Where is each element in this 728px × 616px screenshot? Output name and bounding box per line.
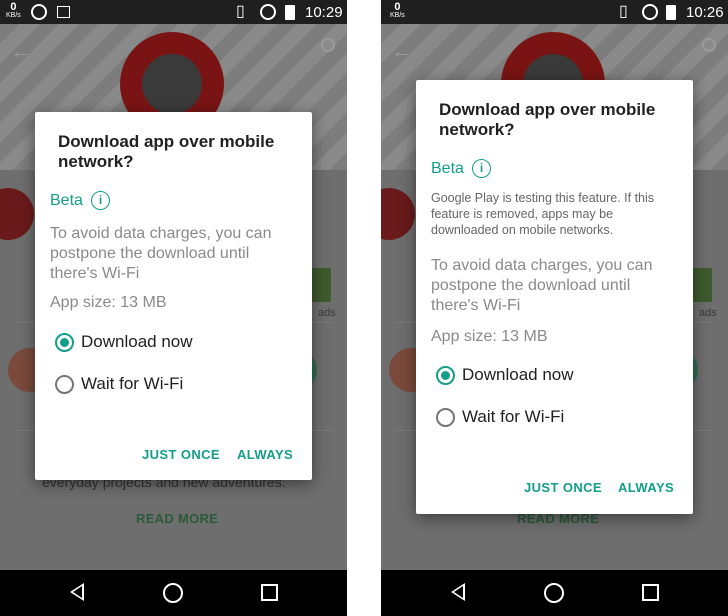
download-dialog: Download app over mobile network? Beta i… — [35, 112, 312, 480]
option-label: Download now — [81, 332, 193, 351]
download-now-option[interactable]: Download now — [436, 364, 574, 386]
data-rate-unit: KB/s — [390, 12, 405, 19]
dialog-title: Download app over mobile network? — [439, 100, 656, 139]
background-back-arrow-icon: ← — [391, 38, 413, 63]
download-now-option[interactable]: Download now — [55, 331, 193, 353]
background-back-arrow-icon: ← — [10, 38, 32, 63]
always-button[interactable]: ALWAYS — [237, 447, 293, 462]
radio-selected-icon[interactable] — [55, 332, 74, 352]
back-icon[interactable] — [70, 583, 84, 601]
recents-icon[interactable] — [642, 584, 659, 601]
status-time: 10:26 — [686, 4, 724, 21]
phone-screen-left: ← ads everyday projects and new adventur… — [0, 0, 347, 616]
download-dialog: Download app over mobile network? Beta i… — [416, 80, 693, 514]
radio-unselected-icon[interactable] — [55, 374, 74, 394]
data-rate-indicator: 0 KB/s — [6, 2, 21, 20]
battery-icon — [285, 5, 295, 20]
home-icon[interactable] — [163, 583, 183, 603]
alarm-icon — [260, 4, 276, 20]
always-button[interactable]: ALWAYS — [618, 480, 674, 495]
data-rate-indicator: 0 KB/s — [390, 2, 405, 20]
dialog-body-text: To avoid data charges, you can postpone … — [50, 225, 272, 282]
phone-screen-right: ← ads READ MORE 0 KB/s ▯ 10:26 Download … — [381, 0, 728, 616]
beta-note-text: Google Play is testing this feature. If … — [431, 191, 655, 237]
just-once-button[interactable]: JUST ONCE — [142, 447, 220, 462]
background-side-label: ads — [699, 307, 717, 319]
option-label: Download now — [462, 365, 574, 384]
data-rate-unit: KB/s — [6, 12, 21, 19]
image-notification-icon — [57, 6, 70, 18]
radio-selected-icon[interactable] — [436, 365, 455, 385]
app-size-text: App size: 13 MB — [431, 328, 548, 345]
home-icon[interactable] — [544, 583, 564, 603]
background-search-icon — [702, 38, 716, 52]
vibrate-icon: ▯ — [236, 3, 245, 20]
status-time: 10:29 — [305, 4, 343, 21]
status-bar: 0 KB/s ▯ 10:29 — [0, 0, 347, 24]
dialog-title: Download app over mobile network? — [58, 132, 275, 171]
status-bar: 0 KB/s ▯ 10:26 — [381, 0, 728, 24]
option-label: Wait for Wi-Fi — [462, 407, 565, 426]
alarm-icon — [642, 4, 658, 20]
whatsapp-icon — [31, 4, 47, 20]
background-side-label: ads — [318, 307, 336, 319]
beta-label: Beta — [431, 160, 464, 177]
wait-for-wifi-option[interactable]: Wait for Wi-Fi — [55, 373, 183, 395]
info-icon[interactable]: i — [91, 191, 110, 210]
info-icon[interactable]: i — [472, 159, 491, 178]
radio-unselected-icon[interactable] — [436, 407, 455, 427]
option-label: Wait for Wi-Fi — [81, 374, 184, 393]
background-search-icon — [321, 38, 335, 52]
recents-icon[interactable] — [261, 584, 278, 601]
navigation-bar — [381, 570, 728, 616]
navigation-bar — [0, 570, 347, 616]
app-size-text: App size: 13 MB — [50, 294, 167, 311]
wait-for-wifi-option[interactable]: Wait for Wi-Fi — [436, 406, 564, 428]
read-more-link: READ MORE — [136, 511, 219, 526]
dialog-body-text: To avoid data charges, you can postpone … — [431, 257, 653, 314]
back-icon[interactable] — [451, 583, 465, 601]
just-once-button[interactable]: JUST ONCE — [524, 480, 602, 495]
battery-icon — [666, 5, 676, 20]
beta-label: Beta — [50, 192, 83, 209]
vibrate-icon: ▯ — [619, 3, 628, 20]
